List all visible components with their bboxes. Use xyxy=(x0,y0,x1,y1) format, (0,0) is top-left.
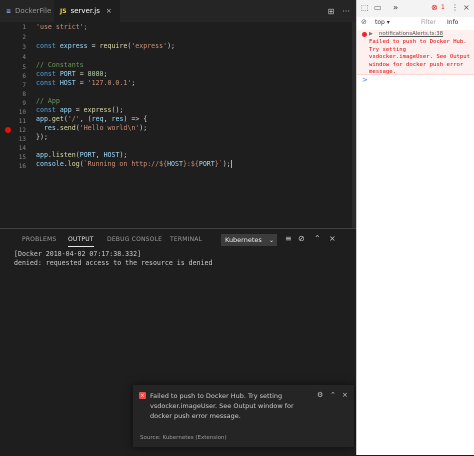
tab-dockerfile[interactable]: ≡ DockerFile xyxy=(0,0,52,22)
code-line-12: res.send('Hello world\n'); xyxy=(36,124,148,132)
devtools-toolbar: ⬚ ▭ » ⊗ 1 ⋮ × xyxy=(357,0,474,18)
lock-scroll-icon[interactable]: ≡ xyxy=(285,234,292,243)
error-notification: × Failed to push to Docker Hub. Try sett… xyxy=(133,385,354,447)
split-editor-icon[interactable]: ⊞ xyxy=(328,7,335,16)
tab-problems[interactable]: PROBLEMS xyxy=(22,236,56,243)
output-channel-value: Kubernetes xyxy=(225,236,262,244)
code-line-15: app.listen(PORT, HOST); xyxy=(36,151,128,159)
breakpoint-icon[interactable] xyxy=(5,127,11,133)
line-number: 14 xyxy=(18,145,26,152)
code-line-9: // App xyxy=(36,97,60,105)
clear-output-icon[interactable]: ⊘ xyxy=(298,234,305,243)
panel-tab-bar: PROBLEMS OUTPUT DEBUG CONSOLE TERMINAL K… xyxy=(0,229,356,251)
device-icon[interactable]: ▭ xyxy=(374,3,382,12)
code-line-5: // Constants xyxy=(36,61,84,69)
js-file-icon: JS xyxy=(60,7,67,15)
code-line-1: 'use strict'; xyxy=(36,23,88,31)
line-number: 10 xyxy=(18,109,26,116)
notification-source: Source: Kubernetes (Extension) xyxy=(140,435,227,441)
notification-message: Failed to push to Docker Hub. Try settin… xyxy=(150,392,294,420)
line-number: 3 xyxy=(22,44,26,51)
line-number: 11 xyxy=(18,118,26,125)
more-actions-icon[interactable]: ··· xyxy=(342,7,350,16)
error-count-icon[interactable]: ⊗ xyxy=(431,3,438,12)
console-filter-bar: ⊘ top ▾ Filter Info xyxy=(357,17,474,31)
line-number: 16 xyxy=(18,163,26,170)
close-icon[interactable]: × xyxy=(342,391,348,399)
collapse-icon[interactable]: ⌃ xyxy=(330,391,336,399)
close-panel-icon[interactable]: × xyxy=(329,234,336,243)
devtools-panel: ⬚ ▭ » ⊗ 1 ⋮ × ⊘ top ▾ Filter Info ▶ noti… xyxy=(356,0,474,455)
code-line-16: console.log(`Running on http://${HOST}:$… xyxy=(36,160,232,168)
line-number: 7 xyxy=(22,82,26,89)
editor-actions: ⊞ ··· xyxy=(328,0,350,22)
error-text: Failed to push to Docker Hub. Try settin… xyxy=(369,39,471,75)
line-number: 1 xyxy=(22,24,26,31)
more-tabs-icon[interactable]: » xyxy=(393,3,398,12)
code-line-11: app.get('/', (req, res) => { xyxy=(36,115,148,123)
tab-terminal[interactable]: TERMINAL xyxy=(170,236,202,243)
console-prompt[interactable]: > xyxy=(362,76,368,84)
tab-debug-console[interactable]: DEBUG CONSOLE xyxy=(107,236,162,243)
source-location-link[interactable]: notificationsAlerts.ts:38 xyxy=(379,31,443,37)
editor-tab-bar: ≡ DockerFile JS server.js × ⊞ ··· xyxy=(0,0,356,22)
line-number: 9 xyxy=(22,100,26,107)
code-editor[interactable]: 1 2 3 4 5 6 7 8 9 10 11 12 13 14 15 16 '… xyxy=(0,22,356,228)
line-number: 5 xyxy=(22,64,26,71)
output-line: denied: requested access to the resource… xyxy=(14,259,213,267)
tab-server-js[interactable]: JS server.js × xyxy=(54,0,120,22)
clear-console-icon[interactable]: ⊘ xyxy=(361,18,367,26)
dockerfile-icon: ≡ xyxy=(6,7,12,15)
vscode-window: ≡ DockerFile JS server.js × ⊞ ··· 1 2 3 … xyxy=(0,0,356,456)
inspect-icon[interactable]: ⬚ xyxy=(361,3,369,12)
code-line-10: const app = express(); xyxy=(36,106,124,114)
expand-triangle-icon[interactable]: ▶ xyxy=(369,31,373,37)
line-number: 6 xyxy=(22,73,26,80)
code-line-13: }); xyxy=(36,133,48,141)
line-number: 8 xyxy=(22,91,26,98)
line-number: 2 xyxy=(22,34,26,41)
line-number: 15 xyxy=(18,154,26,161)
error-count: 1 xyxy=(441,4,445,11)
console-error-message[interactable]: ▶ notificationsAlerts.ts:38 Failed to pu… xyxy=(357,30,474,75)
error-icon: × xyxy=(139,392,146,399)
text-cursor xyxy=(230,160,232,168)
line-number: 4 xyxy=(22,54,26,61)
output-line: [Docker 2018-04-02 07:17:38.332] xyxy=(14,250,142,258)
maximize-panel-icon[interactable]: ⌃ xyxy=(314,234,321,243)
filter-input[interactable]: Filter xyxy=(421,19,436,26)
code-line-3: const express = require('express'); xyxy=(36,42,176,50)
close-icon[interactable]: × xyxy=(463,3,470,12)
context-select[interactable]: top ▾ xyxy=(375,19,415,28)
tab-label: server.js xyxy=(70,7,100,15)
gear-icon[interactable]: ⚙ xyxy=(317,391,323,399)
output-channel-select[interactable]: Kubernetes ⌄ xyxy=(221,234,277,246)
close-icon[interactable]: × xyxy=(106,7,112,15)
chevron-down-icon: ⌄ xyxy=(268,236,274,244)
line-number: 13 xyxy=(18,136,26,143)
tab-output[interactable]: OUTPUT xyxy=(68,236,94,247)
tab-label: DockerFile xyxy=(15,7,52,15)
error-icon xyxy=(362,32,367,37)
code-line-7: const HOST = '127.0.0.1'; xyxy=(36,79,136,87)
kebab-menu-icon[interactable]: ⋮ xyxy=(451,3,459,12)
context-value: top xyxy=(375,19,385,26)
log-levels-select[interactable]: Info xyxy=(447,19,458,26)
code-line-6: const PORT = 8080; xyxy=(36,70,108,78)
